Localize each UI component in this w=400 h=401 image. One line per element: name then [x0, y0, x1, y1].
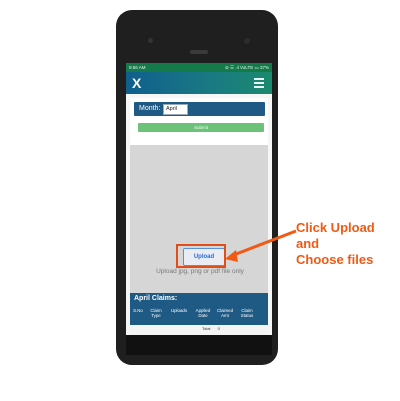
upload-hint: Upload jpg, png or pdf file only: [156, 268, 244, 275]
app-screen: 9:56 AM ⊘ ☰ .ıl VoLTE ▭ 37% X Month: Apr…: [126, 63, 272, 335]
col-claim-type: Claim Type: [150, 308, 162, 318]
claims-title: April Claims:: [134, 295, 178, 302]
month-select[interactable]: April: [163, 104, 188, 115]
month-label: Month:: [139, 105, 161, 112]
callout-line-2: and: [296, 236, 320, 251]
sensor-icon: [244, 38, 250, 44]
upload-highlight-box: [176, 244, 226, 268]
app-bar: X: [126, 72, 272, 94]
instruction-callout: Click Upload and Choose files: [296, 220, 375, 268]
status-icons: ⊘ ☰ .ıl VoLTE ▭ 37%: [225, 65, 269, 70]
logo-text: X: [132, 75, 142, 91]
month-selector-bar: Month: April: [134, 102, 265, 116]
status-bar: 9:56 AM ⊘ ☰ .ıl VoLTE ▭ 37%: [126, 63, 272, 72]
claims-header-row: S.No Claim Type Uploads Applied Date Cla…: [130, 305, 268, 325]
camera-icon: [148, 38, 153, 43]
status-time: 9:56 AM: [129, 65, 146, 70]
claims-total-row: Total 0: [130, 325, 268, 335]
col-claimed-amt: Claimed Amt: [216, 308, 234, 318]
claims-table: April Claims: S.No Claim Type Uploads Ap…: [130, 293, 268, 335]
callout-line-1: Click Upload: [296, 220, 375, 235]
col-sno: S.No: [133, 308, 143, 313]
claims-total-label: Total 0: [202, 326, 220, 331]
callout-line-3: Choose files: [296, 252, 374, 267]
col-applied-date: Applied Date: [195, 308, 211, 318]
hamburger-menu-icon[interactable]: [254, 78, 264, 88]
phone-earpiece: [190, 50, 208, 54]
upload-area: [130, 145, 268, 307]
col-claim-status: Claim Status: [240, 308, 254, 318]
app-logo: X: [132, 75, 141, 91]
col-uploads: Uploads: [170, 308, 188, 313]
android-nav-bar: [126, 335, 272, 355]
submit-button[interactable]: Submit: [138, 123, 264, 132]
